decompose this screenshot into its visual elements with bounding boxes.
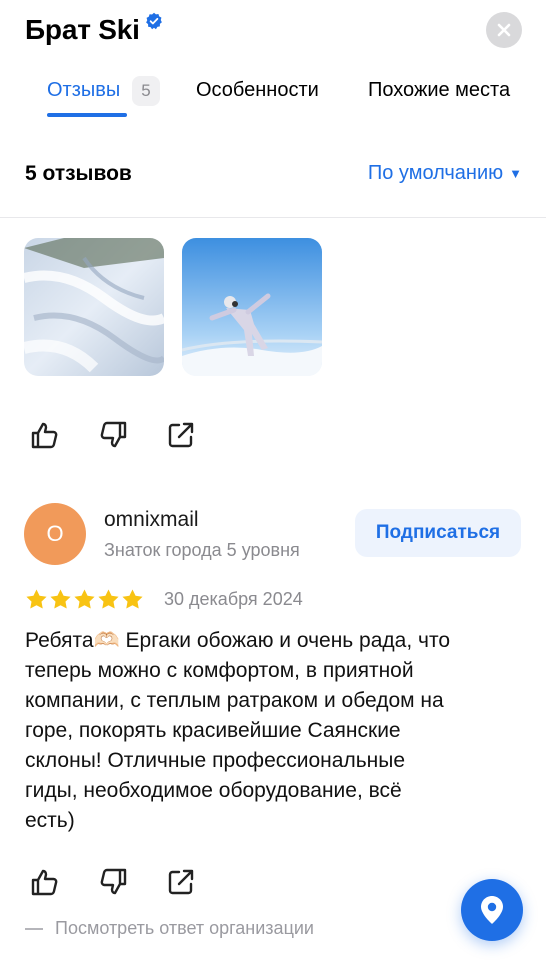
review-count: 5 отзывов: [25, 162, 132, 185]
tab-similar-places[interactable]: Похожие места: [368, 78, 510, 108]
share-icon: [168, 422, 194, 448]
dislike-button[interactable]: [96, 418, 130, 452]
star-icon: [50, 589, 71, 609]
share-icon: [168, 869, 194, 895]
dash-divider: [25, 927, 43, 930]
snowboarder-photo: [182, 238, 322, 376]
review-author-level: Знаток города 5 уровня: [104, 540, 300, 560]
review-photo-snowboarder[interactable]: [182, 238, 322, 376]
subscribe-button[interactable]: Подписаться: [355, 509, 521, 557]
tab-reviews[interactable]: Отзывы: [47, 78, 120, 108]
divider: [0, 217, 546, 218]
share-button[interactable]: [164, 865, 198, 899]
dislike-button[interactable]: [96, 865, 130, 899]
review-date: 30 декабря 2024: [164, 589, 303, 609]
avatar[interactable]: O: [24, 503, 86, 565]
reviews-summary: 5 отзывов По умолчанию ▼: [0, 150, 546, 200]
tab-features[interactable]: Особенности: [196, 78, 319, 108]
rating-stars: [25, 588, 144, 611]
close-icon: [497, 23, 511, 37]
chevron-down-icon: ▼: [509, 166, 522, 181]
star-icon: [74, 589, 95, 609]
share-button[interactable]: [164, 418, 198, 452]
review-actions: [28, 865, 232, 899]
header: Брат Ski: [0, 0, 546, 62]
star-icon: [122, 589, 143, 609]
tab-active-indicator: [47, 113, 127, 117]
star-icon: [26, 589, 47, 609]
view-org-reply-link[interactable]: Посмотреть ответ организации: [25, 918, 314, 939]
verified-badge-icon: [146, 12, 162, 30]
thumbs-down-icon: [100, 421, 127, 448]
map-pin-icon: [481, 896, 503, 924]
review-text: Ребята🫶🏻 Ергаки обожаю и очень рада, что…: [25, 629, 451, 832]
thumbs-up-icon: [31, 869, 58, 896]
tab-reviews-count: 5: [132, 76, 160, 106]
snow-slope-photo: [24, 238, 164, 376]
thumbs-up-icon: [31, 422, 58, 449]
tab-bar: Отзывы 5 Особенности Похожие места: [0, 62, 546, 122]
page-title: Брат Ski: [25, 14, 140, 45]
review-author-name[interactable]: omnixmail: [104, 508, 199, 532]
org-reply-label: Посмотреть ответ организации: [55, 918, 314, 938]
map-pin-button[interactable]: [461, 879, 523, 941]
star-icon: [98, 589, 119, 609]
sort-dropdown[interactable]: По умолчанию ▼: [368, 162, 522, 185]
thumbs-down-icon: [100, 868, 127, 895]
sort-label: По умолчанию: [367, 162, 504, 184]
review-photo-snow-slope[interactable]: [24, 238, 164, 376]
like-button[interactable]: [28, 865, 62, 899]
like-button[interactable]: [28, 418, 62, 452]
close-button[interactable]: [486, 12, 522, 48]
review-actions: [28, 418, 232, 452]
